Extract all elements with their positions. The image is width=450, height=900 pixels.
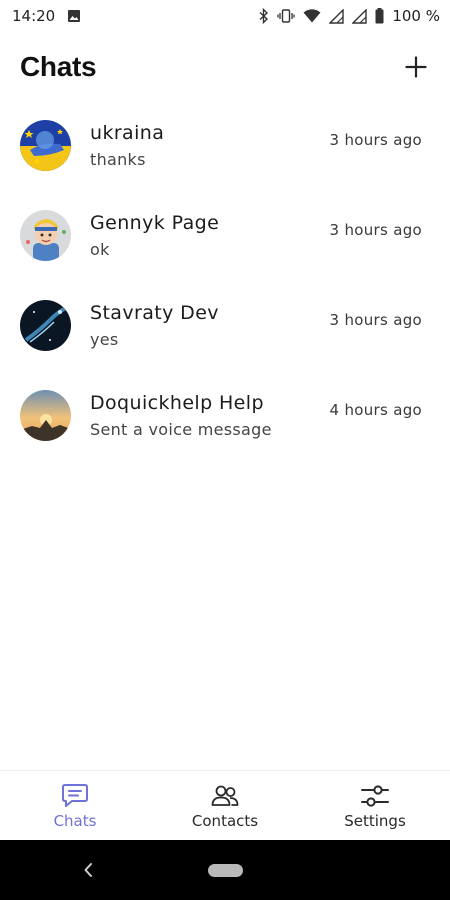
tab-settings[interactable]: Settings [300, 771, 450, 840]
chat-item-ukraina[interactable]: ukraina thanks 3 hours ago [0, 100, 450, 190]
chat-text: ukraina thanks [90, 122, 330, 169]
tab-label: Settings [344, 812, 406, 830]
avatar-space [20, 299, 71, 351]
chat-name: Stavraty Dev [90, 301, 219, 324]
chat-preview: Sent a voice message [90, 419, 272, 439]
chat-item-stavraty-dev[interactable]: Stavraty Dev yes 3 hours ago [0, 280, 450, 370]
signal-icon [329, 8, 345, 24]
chat-time: 3 hours ago [329, 221, 422, 239]
status-right: 100 % [259, 7, 440, 25]
tab-chats[interactable]: Chats [0, 771, 150, 840]
chat-text: Doquickhelp Help Sent a voice message [90, 392, 330, 439]
page-title: Chats [20, 51, 97, 82]
chat-preview: yes [90, 329, 119, 349]
chat-item-gennyk-page[interactable]: Gennyk Page ok 3 hours ago [0, 190, 450, 280]
chat-list: ukraina thanks 3 hours ago Gennyk Page o… [0, 100, 450, 460]
tab-label: Chats [53, 812, 97, 830]
vibrate-icon [277, 9, 295, 23]
avatar-ukraine [20, 119, 71, 171]
header: Chats [0, 40, 450, 94]
battery-icon [375, 8, 384, 24]
contacts-icon [211, 785, 239, 806]
chat-name: Doquickhelp Help [90, 391, 264, 414]
status-left: 14:20 [12, 7, 81, 25]
chevron-left-icon [84, 863, 92, 877]
chat-name: Gennyk Page [90, 211, 220, 234]
chat-text: Stavraty Dev yes [90, 302, 330, 349]
signal-icon [352, 8, 368, 24]
tab-bar: Chats Contacts Settings [0, 770, 450, 840]
chat-time: 3 hours ago [329, 311, 422, 329]
sliders-icon [361, 785, 389, 807]
chat-preview: ok [90, 239, 110, 259]
system-nav-bar [0, 840, 450, 900]
chat-text: Gennyk Page ok [90, 212, 330, 259]
new-chat-button[interactable] [400, 51, 432, 83]
avatar-sunset [20, 389, 71, 441]
tab-contacts[interactable]: Contacts [150, 771, 300, 840]
home-button[interactable] [208, 864, 243, 877]
battery-level: 100 % [392, 7, 440, 25]
chat-preview: thanks [90, 149, 146, 169]
status-bar: 14:20 100 % [0, 0, 450, 32]
chat-time: 3 hours ago [329, 131, 422, 149]
wifi-icon [303, 9, 321, 23]
status-time: 14:20 [12, 7, 56, 25]
image-icon [67, 9, 81, 23]
bluetooth-icon [259, 8, 269, 24]
chat-item-doquickhelp-help[interactable]: Doquickhelp Help Sent a voice message 4 … [0, 370, 450, 460]
chat-name: ukraina [90, 121, 165, 144]
plus-icon [405, 56, 427, 78]
chat-bubble-icon [62, 784, 88, 807]
avatar-cartoon-boy [20, 209, 71, 261]
chat-time: 4 hours ago [329, 401, 422, 419]
tab-label: Contacts [191, 812, 259, 830]
back-button[interactable] [78, 860, 98, 880]
